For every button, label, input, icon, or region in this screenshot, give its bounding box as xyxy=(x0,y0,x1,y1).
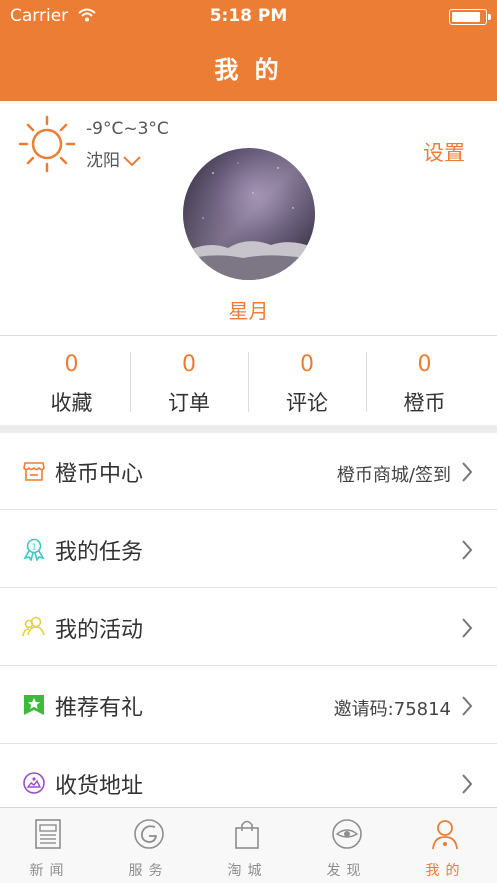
stat-comments[interactable]: 0 评论 xyxy=(248,336,366,426)
sun-icon xyxy=(18,115,76,177)
section-gap xyxy=(0,425,497,433)
settings-button[interactable]: 设置 xyxy=(423,137,465,167)
person-icon xyxy=(432,820,458,850)
shop-icon xyxy=(22,459,46,483)
stat-label: 评论 xyxy=(286,391,328,415)
battery-fill xyxy=(452,12,480,22)
invite-code: 邀请码:75814 xyxy=(333,699,451,720)
menu-item-my-activities[interactable]: 我的活动 xyxy=(0,589,497,666)
stats-bar: 0 收藏 0 订单 0 评论 0 橙币 xyxy=(0,335,497,425)
menu-item-referral[interactable]: 推荐有礼 邀请码:75814 xyxy=(0,667,497,744)
menu-label: 我的活动 xyxy=(55,618,144,643)
stat-favorites[interactable]: 0 收藏 xyxy=(13,336,130,426)
medal-icon: 1 xyxy=(22,537,46,562)
menu-label: 橙币中心 xyxy=(55,462,144,487)
bag-icon xyxy=(235,820,259,849)
stat-coins[interactable]: 0 橙币 xyxy=(366,336,483,426)
star-flag-icon xyxy=(22,693,46,717)
battery-icon xyxy=(449,9,491,25)
app-header: Carrier 5:18 PM 我 的 xyxy=(0,0,497,101)
tab-label: 淘城 xyxy=(227,863,268,879)
chevron-right-icon xyxy=(461,617,473,643)
menu-item-coin-center[interactable]: 橙币中心 橙币商城/签到 xyxy=(0,433,497,510)
stat-value: 0 xyxy=(64,352,79,377)
tab-bar: 新闻 服务 淘城 发现 我的 xyxy=(0,807,497,883)
stat-label: 收藏 xyxy=(50,391,93,415)
page-title: 我 的 xyxy=(214,56,283,84)
eye-icon xyxy=(332,819,362,849)
people-icon xyxy=(22,615,46,639)
chevron-down-icon xyxy=(123,156,141,167)
stat-orders[interactable]: 0 订单 xyxy=(130,336,248,426)
stat-value: 0 xyxy=(300,352,314,377)
tab-label: 新闻 xyxy=(29,863,70,879)
status-bar: Carrier 5:18 PM xyxy=(0,0,497,34)
tab-service[interactable]: 服务 xyxy=(99,808,198,883)
chevron-right-icon xyxy=(461,695,473,721)
menu-label: 收货地址 xyxy=(55,774,144,799)
tab-mine[interactable]: 我的 xyxy=(396,808,495,883)
stat-value: 0 xyxy=(182,352,196,377)
temperature-text: -9°C~3°C xyxy=(86,119,169,139)
stat-label: 订单 xyxy=(168,391,210,415)
profile-section: -9°C~3°C 沈阳 设置 星月 xyxy=(0,101,497,335)
news-icon xyxy=(35,819,61,849)
status-time: 5:18 PM xyxy=(209,6,288,26)
stat-value: 0 xyxy=(417,352,432,377)
chevron-right-icon xyxy=(461,461,473,487)
city-selector[interactable]: 沈阳 xyxy=(86,146,142,171)
address-icon xyxy=(22,771,46,795)
tab-mall[interactable]: 淘城 xyxy=(198,808,297,883)
tab-news[interactable]: 新闻 xyxy=(0,808,99,883)
username[interactable]: 星月 xyxy=(0,295,497,324)
chevron-right-icon xyxy=(461,773,473,799)
avatar[interactable] xyxy=(183,148,315,280)
service-icon xyxy=(134,819,164,849)
tab-label: 服务 xyxy=(128,863,169,879)
tab-discover[interactable]: 发现 xyxy=(297,808,396,883)
tab-label: 我的 xyxy=(425,863,466,879)
menu-extra: 橙币商城/签到 xyxy=(336,465,451,486)
stat-label: 橙币 xyxy=(403,391,446,415)
city-label: 沈阳 xyxy=(86,151,120,171)
tab-label: 发现 xyxy=(326,863,367,879)
menu-item-my-tasks[interactable]: 1 我的任务 xyxy=(0,511,497,588)
menu-label: 推荐有礼 xyxy=(55,696,144,721)
menu-label: 我的任务 xyxy=(55,540,144,565)
svg-text:1: 1 xyxy=(31,543,36,552)
chevron-right-icon xyxy=(461,539,473,565)
